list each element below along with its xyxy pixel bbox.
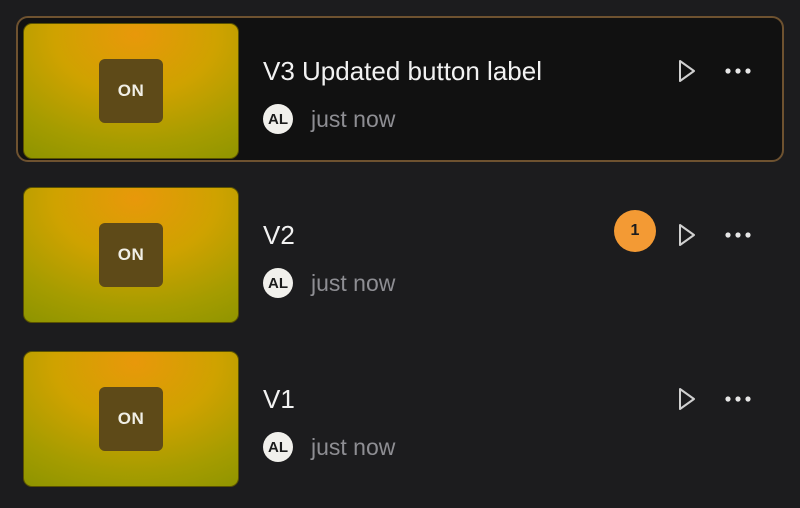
play-button[interactable] [671,384,701,414]
version-timestamp: just now [311,269,396,296]
play-icon [679,388,695,410]
version-row-v1[interactable]: ON V1 AL just now [16,344,784,490]
more-horizontal-icon [725,68,751,74]
more-options-button[interactable] [723,220,753,250]
version-title: V2 [263,220,295,250]
version-list: ON V3 Updated button label AL just now O… [0,0,800,508]
version-thumbnail[interactable]: ON [23,351,239,487]
version-title: V3 Updated button label [263,56,542,86]
version-title: V1 [263,384,295,414]
avatar[interactable]: AL [263,104,293,134]
version-meta: AL just now [263,102,395,136]
play-button[interactable] [671,220,701,250]
avatar[interactable]: AL [263,432,293,462]
version-thumbnail[interactable]: ON [23,23,239,159]
thumbnail-toggle-label: ON [99,223,163,287]
version-timestamp: just now [311,105,396,132]
version-meta: AL just now [263,430,395,464]
avatar[interactable]: AL [263,268,293,298]
play-icon [679,224,695,246]
more-horizontal-icon [725,232,751,238]
version-meta: AL just now [263,266,395,300]
version-row-v3[interactable]: ON V3 Updated button label AL just now [16,16,784,162]
more-options-button[interactable] [723,384,753,414]
more-horizontal-icon [725,396,751,402]
version-row-v2[interactable]: ON V2 AL just now 1 [16,180,784,326]
play-button[interactable] [671,56,701,86]
thumbnail-toggle-label: ON [99,59,163,123]
thumbnail-toggle-label: ON [99,387,163,451]
comment-count-badge[interactable]: 1 [614,210,656,252]
version-thumbnail[interactable]: ON [23,187,239,323]
play-icon [679,60,695,82]
more-options-button[interactable] [723,56,753,86]
version-timestamp: just now [311,433,396,460]
